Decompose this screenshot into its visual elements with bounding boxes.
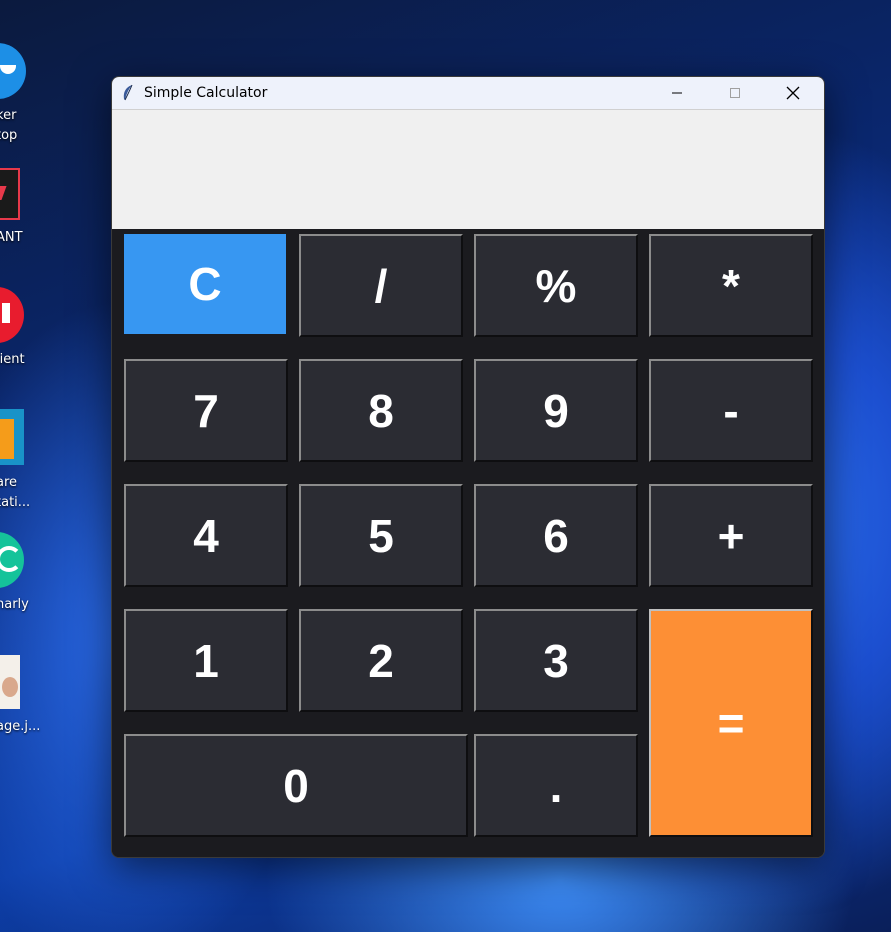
desktop-icon-vmware[interactable]: are tati... — [0, 405, 60, 515]
clear-button[interactable]: C — [124, 234, 286, 334]
maximize-button[interactable] — [712, 77, 758, 109]
calculator-display — [112, 109, 824, 229]
minimize-button[interactable] — [654, 77, 700, 109]
desktop-icon-riot-client[interactable]: lient — [0, 285, 60, 375]
maximize-icon — [730, 88, 740, 98]
two-button[interactable]: 2 — [299, 609, 463, 712]
docker-icon — [0, 43, 26, 99]
desktop-icon-grammarly[interactable]: narly — [0, 530, 60, 620]
vmware-icon — [0, 409, 24, 465]
desktop-icon-valorant[interactable]: ANT — [0, 165, 60, 255]
four-button[interactable]: 4 — [124, 484, 288, 587]
close-button[interactable] — [770, 77, 816, 109]
riot-client-icon — [0, 287, 24, 343]
minus-button[interactable]: - — [649, 359, 813, 462]
image-file-icon — [0, 655, 20, 709]
title-bar[interactable]: Simple Calculator — [112, 77, 824, 109]
divide-button[interactable]: / — [299, 234, 463, 337]
window-title: Simple Calculator — [144, 85, 268, 101]
equals-button[interactable]: = — [649, 609, 813, 837]
desktop-icon-label: ker — [0, 108, 17, 123]
desktop-icon-label: age.j... — [0, 719, 41, 734]
calculator-window: Simple Calculator C / % * 7 8 9 - 4 5 6 … — [111, 76, 825, 858]
desktop-icon-label: ANT — [0, 230, 23, 245]
plus-button[interactable]: + — [649, 484, 813, 587]
percent-button[interactable]: % — [474, 234, 638, 337]
desktop-icon-docker[interactable]: ker top — [0, 40, 60, 150]
one-button[interactable]: 1 — [124, 609, 288, 712]
grammarly-icon — [0, 532, 24, 588]
desktop-icon-label: tati... — [0, 495, 31, 510]
minimize-icon — [672, 92, 682, 94]
eight-button[interactable]: 8 — [299, 359, 463, 462]
six-button[interactable]: 6 — [474, 484, 638, 587]
close-icon — [786, 86, 800, 100]
desktop-icon-label: top — [0, 128, 18, 143]
desktop-icon-label: lient — [0, 352, 25, 367]
three-button[interactable]: 3 — [474, 609, 638, 712]
desktop-icon-label: narly — [0, 597, 29, 612]
seven-button[interactable]: 7 — [124, 359, 288, 462]
feather-icon — [123, 84, 133, 101]
multiply-button[interactable]: * — [649, 234, 813, 337]
desktop-icon-label: are — [0, 475, 18, 490]
desktop-icon-image-file[interactable]: age.j... — [0, 655, 60, 745]
valorant-icon — [0, 168, 20, 220]
decimal-button[interactable]: . — [474, 734, 638, 837]
zero-button[interactable]: 0 — [124, 734, 468, 837]
five-button[interactable]: 5 — [299, 484, 463, 587]
nine-button[interactable]: 9 — [474, 359, 638, 462]
keypad: C / % * 7 8 9 - 4 5 6 + 1 2 3 = 0 . — [112, 229, 824, 857]
